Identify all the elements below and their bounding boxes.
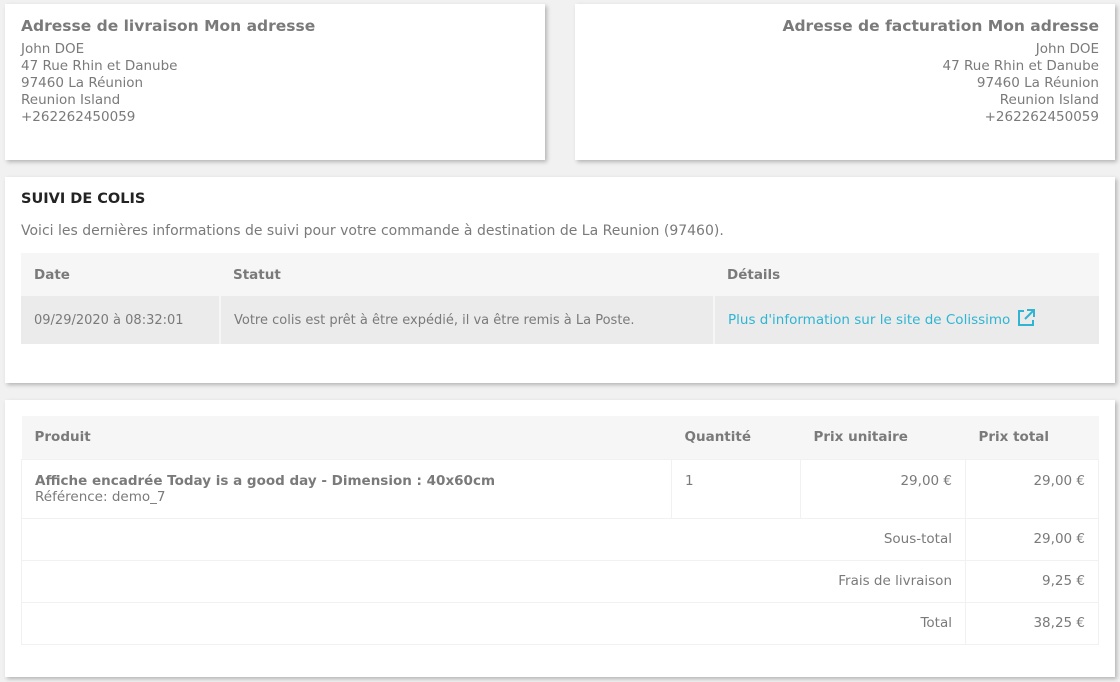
order-header-quantity: Quantité	[671, 416, 801, 459]
shipping-address-card: Adresse de livraison Mon adresse John DO…	[5, 4, 545, 160]
billing-street: 47 Rue Rhin et Danube	[942, 58, 1099, 74]
subtotal-row: Sous-total 29,00 €	[21, 517, 1099, 561]
tracking-row: 09/29/2020 à 08:32:01 Votre colis est pr…	[21, 296, 1099, 344]
billing-country: Reunion Island	[999, 92, 1099, 108]
order-details-card: Produit Quantité Prix unitaire Prix tota…	[5, 400, 1115, 677]
order-table: Produit Quantité Prix unitaire Prix tota…	[21, 416, 1099, 645]
tracking-intro: Voici les dernières informations de suiv…	[21, 223, 724, 239]
total-label: Total	[21, 601, 966, 645]
billing-address-card: Adresse de facturation Mon adresse John …	[575, 4, 1115, 160]
billing-phone: +262262450059	[984, 109, 1099, 125]
product-name: Affiche encadrée Today is a good day - D…	[35, 472, 496, 489]
colissimo-link-label: Plus d'information sur le site de Coliss…	[728, 312, 1011, 328]
billing-city: 97460 La Réunion	[976, 75, 1099, 91]
product-quantity: 1	[671, 458, 801, 519]
order-product-row: Affiche encadrée Today is a good day - D…	[21, 458, 1099, 519]
billing-name: John DOE	[1035, 41, 1099, 57]
subtotal-label: Sous-total	[21, 517, 966, 561]
billing-address-title: Adresse de facturation Mon adresse	[782, 17, 1099, 35]
tracking-header-details: Détails	[714, 253, 1099, 296]
tracking-details-cell: Plus d'information sur le site de Coliss…	[714, 296, 1099, 344]
tracking-status: Votre colis est prêt à être expédié, il …	[220, 296, 715, 344]
tracking-header-date: Date	[21, 253, 220, 296]
tracking-table: Date Statut Détails 09/29/2020 à 08:32:0…	[21, 253, 1099, 344]
product-unit-price: 29,00 €	[800, 458, 966, 519]
order-header-product: Produit	[21, 416, 672, 459]
colissimo-link[interactable]: Plus d'information sur le site de Coliss…	[728, 309, 1036, 328]
tracking-header-row: Date Statut Détails	[21, 253, 1099, 296]
order-header-row: Produit Quantité Prix unitaire Prix tota…	[21, 416, 1099, 459]
shipping-city: 97460 La Réunion	[21, 75, 144, 91]
shipping-street: 47 Rue Rhin et Danube	[21, 58, 178, 74]
tracking-header-status: Statut	[220, 253, 714, 296]
shipping-name: John DOE	[21, 41, 85, 57]
tracking-title: SUIVI DE COLIS	[21, 191, 146, 207]
tracking-date: 09/29/2020 à 08:32:01	[21, 296, 221, 344]
order-header-total-price: Prix total	[965, 416, 1099, 459]
order-header-unit-price: Prix unitaire	[800, 416, 966, 459]
total-row: Total 38,25 €	[21, 601, 1099, 645]
shipping-phone: +262262450059	[21, 109, 136, 125]
product-cell: Affiche encadrée Today is a good day - D…	[21, 458, 672, 519]
product-reference: Référence: demo_7	[35, 488, 166, 505]
subtotal-value: 29,00 €	[965, 517, 1099, 561]
tracking-card: SUIVI DE COLIS Voici les dernières infor…	[5, 177, 1115, 383]
total-value: 38,25 €	[965, 601, 1099, 645]
shipping-fee-label: Frais de livraison	[21, 559, 966, 603]
external-link-icon	[1016, 308, 1036, 332]
shipping-country: Reunion Island	[21, 92, 121, 108]
shipping-fee-row: Frais de livraison 9,25 €	[21, 559, 1099, 603]
product-total-price: 29,00 €	[965, 458, 1099, 519]
shipping-fee-value: 9,25 €	[965, 559, 1099, 603]
shipping-address-title: Adresse de livraison Mon adresse	[21, 17, 316, 35]
